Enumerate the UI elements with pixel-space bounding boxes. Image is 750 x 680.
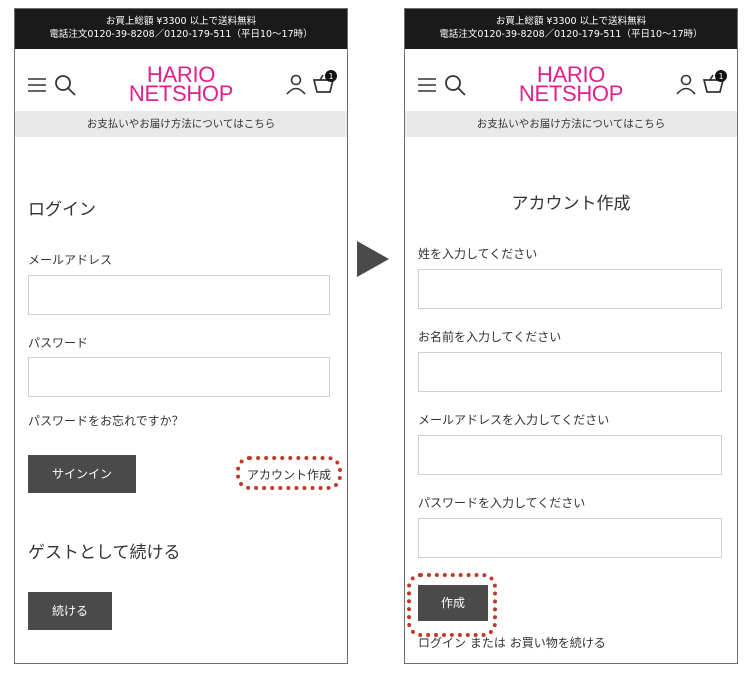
cart-icon[interactable]: 1 [701, 69, 727, 95]
payment-info-link[interactable]: お支払いやお届け方法についてはこちら [15, 111, 347, 137]
footer-links: ログイン または お買い物を続ける [418, 634, 606, 651]
payment-info-link[interactable]: お支払いやお届け方法についてはこちら [405, 111, 737, 137]
cart-count-badge: 1 [328, 72, 333, 81]
top-announcement-bar: お買上総額 ¥3300 以上で送料無料 電話注文0120-39-8208／012… [15, 9, 347, 49]
forgot-password-link[interactable]: パスワードをお忘れですか？ [28, 412, 184, 429]
continue-button[interactable]: 続ける [28, 592, 112, 630]
free-shipping-text: お買上総額 ¥3300 以上で送料無料 [495, 16, 647, 27]
arrow-right-icon [357, 241, 389, 277]
email-field[interactable] [418, 435, 722, 475]
login-title: ログイン [28, 200, 96, 220]
search-icon[interactable] [443, 73, 467, 97]
logo-line2: NETSHOP [518, 81, 624, 106]
hario-netshop-logo[interactable]: HARIO NETSHOP [128, 64, 234, 106]
menu-icon[interactable] [417, 77, 437, 93]
password-field[interactable] [418, 518, 722, 558]
logo-line2: NETSHOP [128, 81, 234, 106]
top-announcement-bar: お買上総額 ¥3300 以上で送料無料 電話注文0120-39-8208／012… [405, 9, 737, 49]
phone-order-text: 電話注文0120-39-8208／0120-179-511（平日10～17時） [439, 29, 703, 40]
create-account-form: アカウント作成 姓を入力してください お名前を入力してください メールアドレスを… [405, 137, 737, 663]
hario-netshop-logo[interactable]: HARIO NETSHOP [518, 64, 624, 106]
password-field[interactable] [28, 357, 330, 397]
guest-title: ゲストとして続ける [28, 543, 181, 563]
user-icon[interactable] [675, 73, 697, 95]
last-name-field[interactable] [418, 269, 722, 309]
create-button[interactable]: 作成 [418, 585, 488, 621]
site-header: HARIO NETSHOP 1 [405, 49, 737, 111]
signin-button[interactable]: サインイン [28, 455, 136, 493]
login-form: ログイン メールアドレス パスワード パスワードをお忘れですか？ サインイン ア… [15, 137, 347, 663]
menu-icon[interactable] [27, 77, 47, 93]
create-account-screen: お買上総額 ¥3300 以上で送料無料 電話注文0120-39-8208／012… [404, 8, 738, 664]
user-icon[interactable] [285, 73, 307, 95]
login-screen: お買上総額 ¥3300 以上で送料無料 電話注文0120-39-8208／012… [14, 8, 348, 664]
first-name-field[interactable] [418, 352, 722, 392]
first-name-label: お名前を入力してください [418, 330, 562, 344]
create-account-title: アカウント作成 [511, 194, 631, 214]
phone-order-text: 電話注文0120-39-8208／0120-179-511（平日10～17時） [49, 29, 313, 40]
continue-shopping-link[interactable]: お買い物を続ける [510, 636, 606, 650]
login-link[interactable]: ログイン [418, 636, 466, 650]
search-icon[interactable] [53, 73, 77, 97]
site-header: HARIO NETSHOP 1 [15, 49, 347, 111]
or-text: または [469, 636, 506, 650]
email-field[interactable] [28, 275, 330, 315]
email-label: メールアドレス [28, 253, 113, 267]
last-name-label: 姓を入力してください [418, 247, 538, 261]
free-shipping-text: お買上総額 ¥3300 以上で送料無料 [105, 16, 257, 27]
email-label: メールアドレスを入力してください [418, 413, 610, 427]
password-label: パスワード [28, 336, 89, 350]
cart-count-badge: 1 [718, 72, 723, 81]
password-label: パスワードを入力してください [418, 496, 586, 510]
create-account-link[interactable]: アカウント作成 [247, 466, 331, 483]
cart-icon[interactable]: 1 [311, 69, 337, 95]
